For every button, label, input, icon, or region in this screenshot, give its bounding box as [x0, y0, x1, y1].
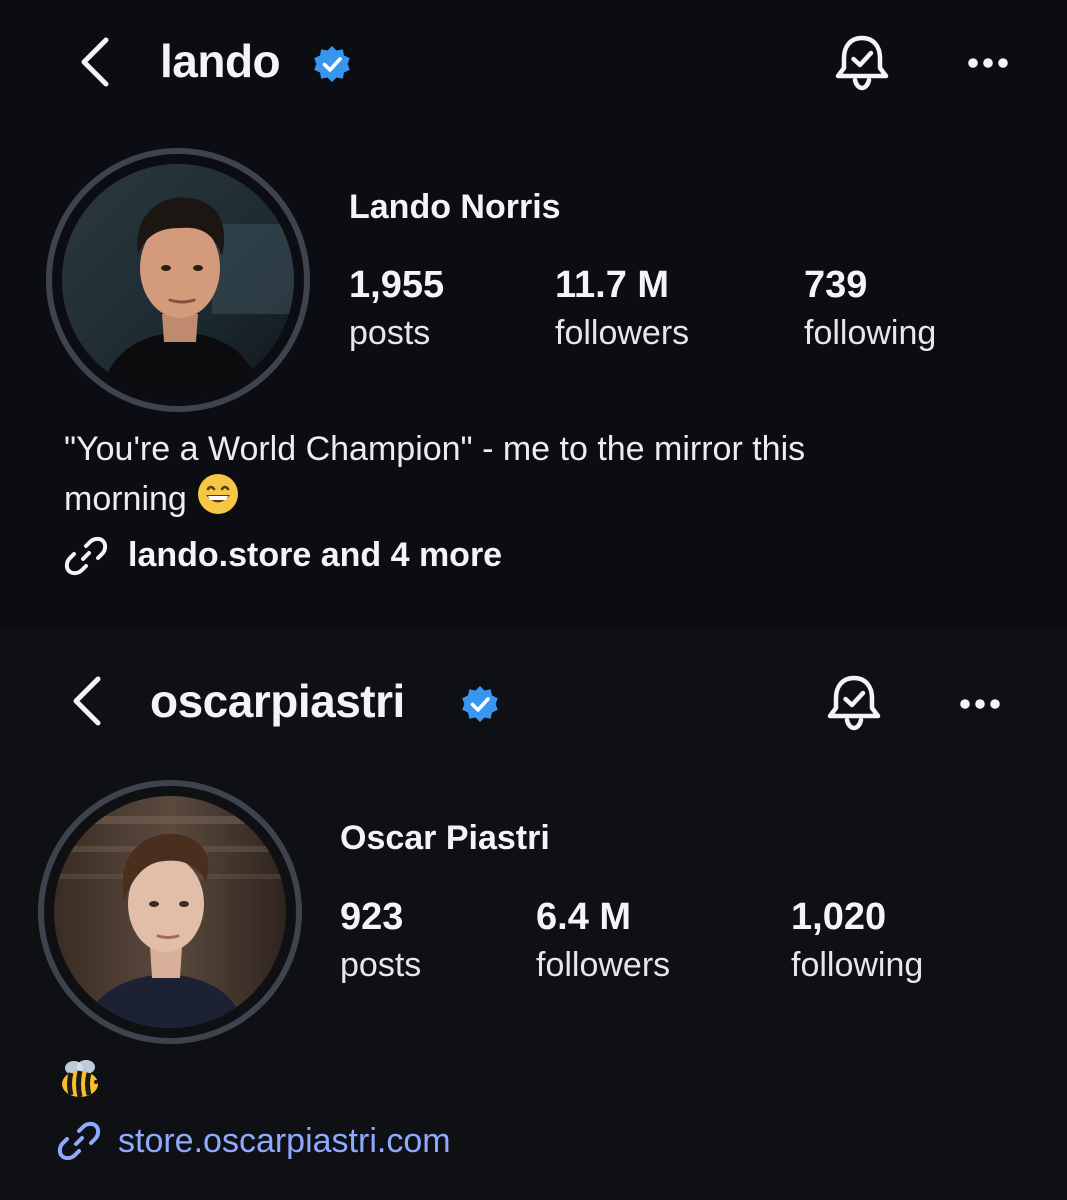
bio-line-2: morning [64, 480, 187, 518]
profile-full-name: Lando Norris [349, 188, 561, 226]
profile-link[interactable]: lando.store and 4 more [128, 536, 502, 575]
bio-line-1: "You're a World Champion" - me to the mi… [64, 430, 806, 468]
grinning-face-emoji-icon [196, 472, 240, 528]
more-options-icon[interactable] [966, 56, 1010, 70]
followers-label[interactable]: followers [536, 946, 670, 985]
profile-username: lando [160, 35, 281, 87]
followers-count[interactable]: 6.4 M [536, 896, 631, 939]
back-chevron-icon[interactable] [76, 34, 116, 90]
link-icon [56, 1118, 102, 1164]
notification-bell-icon[interactable] [831, 32, 893, 94]
posts-count[interactable]: 1,955 [349, 264, 444, 307]
profile-username: oscarpiastri [150, 675, 405, 727]
following-label[interactable]: following [804, 314, 936, 353]
profile-bio: "You're a World Champion" - me to the mi… [64, 426, 1024, 528]
avatar-oscarpiastri[interactable] [54, 796, 286, 1028]
profile-card-oscarpiastri: oscarpiastri Oscar Piastri 923 posts 6.4… [0, 630, 1067, 1200]
following-label[interactable]: following [791, 946, 923, 985]
verified-badge-icon [460, 684, 500, 724]
back-chevron-icon[interactable] [68, 673, 108, 729]
more-options-icon[interactable] [958, 697, 1002, 711]
profile-link[interactable]: store.oscarpiastri.com [118, 1122, 451, 1161]
followers-label[interactable]: followers [555, 314, 689, 353]
following-count[interactable]: 739 [804, 264, 867, 307]
link-icon [63, 533, 109, 579]
profile-full-name: Oscar Piastri [340, 819, 550, 857]
following-count[interactable]: 1,020 [791, 896, 886, 939]
posts-label[interactable]: posts [340, 946, 421, 985]
posts-label[interactable]: posts [349, 314, 430, 353]
followers-count[interactable]: 11.7 M [555, 264, 669, 307]
posts-count[interactable]: 923 [340, 896, 403, 939]
profile-card-lando: lando Lando Norris 1,955 posts 11.7 M fo… [0, 0, 1067, 630]
verified-badge-icon [312, 44, 352, 84]
bee-emoji-icon [56, 1056, 104, 1104]
notification-bell-icon[interactable] [823, 672, 885, 734]
avatar-lando[interactable] [62, 164, 294, 396]
